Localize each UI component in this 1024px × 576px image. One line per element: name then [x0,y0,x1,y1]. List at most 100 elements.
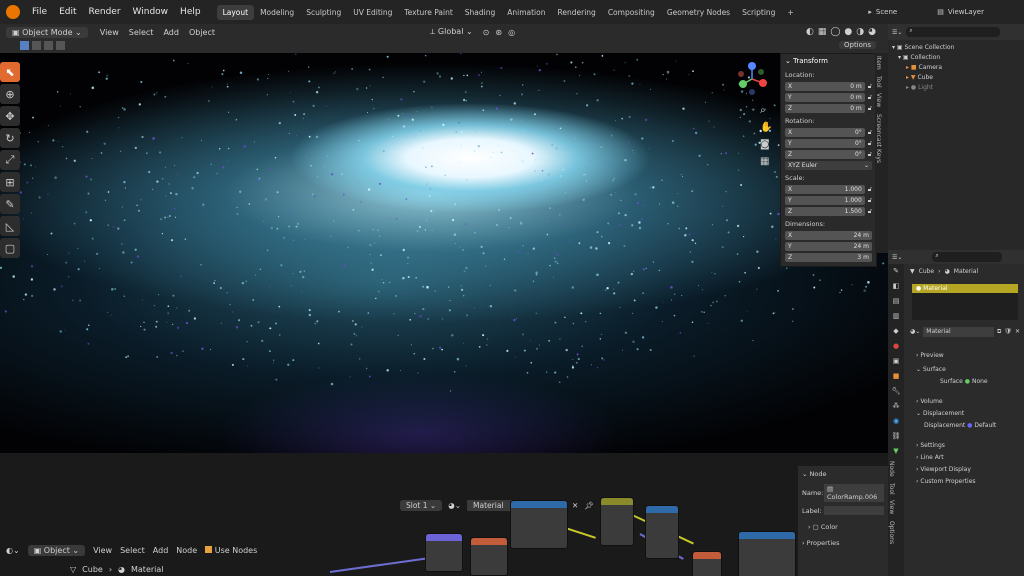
node-mode-dropdown[interactable]: ▣ Object ⌄ [27,545,86,556]
section-surface[interactable]: ⌄ Surface [916,364,996,376]
tab-scripting[interactable]: Scripting [736,5,781,20]
tab-node[interactable]: Node [888,458,895,480]
select-box-tool-icon[interactable]: ⬉ [0,62,20,82]
editor-type-icon[interactable]: ◐⌄ [6,546,20,555]
lock-icon[interactable]: 🔓︎ [868,82,872,91]
object-tab-icon[interactable]: ■ [888,369,904,384]
properties-section[interactable]: › Properties [798,533,888,553]
shader-node[interactable] [600,497,634,546]
tab-layout[interactable]: Layout [216,4,255,20]
transform-header[interactable]: ⌄ Transform [781,54,876,68]
node-select-menu[interactable]: Select [120,546,145,555]
tab-options[interactable]: Options [888,518,895,547]
annotate-tool-icon[interactable]: ✎ [0,194,20,214]
section-preview[interactable]: › Preview [916,350,996,362]
material-slot-item[interactable]: ● Material [912,284,1018,293]
lock-icon[interactable]: 🔓︎ [868,104,872,113]
close-icon[interactable]: ✕ [1015,328,1020,335]
particles-tab-icon[interactable]: ⁂ [888,399,904,414]
tab-sculpting[interactable]: Sculpting [300,5,347,20]
wireframe-shading-icon[interactable]: ◯ [830,27,840,37]
node-name-field[interactable]: ▤ ColorRamp.006 [824,484,884,502]
modifier-tab-icon[interactable]: 🔧︎ [888,384,904,399]
add-menu[interactable]: Add [163,28,179,37]
section-viewport-display[interactable]: › Viewport Display [916,464,996,476]
rotate-tool-icon[interactable]: ↻ [0,128,20,148]
object-menu[interactable]: Object [189,28,215,37]
data-tab-icon[interactable]: ▼ [888,444,904,459]
location-z-field[interactable]: Z 0 m [785,103,865,113]
color-ramp-node[interactable] [510,500,568,549]
tab-view[interactable]: View [875,90,882,110]
pin-icon[interactable]: 📌︎ [584,501,594,510]
node-editor[interactable]: Slot 1 ⌄ ◕⌄ Material 🛡︎ ⧉ ✕ 📌︎ ◐⌄ ▣ Obje… [0,453,888,576]
mode-dropdown[interactable]: ▣ Object Mode ⌄ [6,26,88,38]
fake-user-icon[interactable]: 🛡︎ [1004,328,1012,335]
tab-tool[interactable]: Tool [888,480,895,498]
select-extend-icon[interactable] [32,41,41,50]
color-ramp-node[interactable] [738,531,796,576]
section-settings[interactable]: › Settings [916,440,996,452]
section-volume[interactable]: › Volume [916,396,996,408]
material-browse-icon[interactable]: ◕⌄ [910,328,920,335]
tab-compositing[interactable]: Compositing [602,5,661,20]
select-subtract-icon[interactable] [44,41,53,50]
overlay-icon[interactable]: ◐ [806,27,814,37]
pan-hand-icon[interactable]: ✋ [760,122,772,133]
view-layer-selector[interactable]: ▤ ViewLayer [937,8,984,16]
output-tab-icon[interactable]: ▤ [888,294,904,309]
node-node-menu[interactable]: Node [176,546,197,555]
scene-collection-row[interactable]: ▾ ▣ Scene Collection [892,44,1020,54]
rendered-shading-icon[interactable]: ◕ [868,27,876,37]
move-tool-icon[interactable]: ✥ [0,106,20,126]
tab-uv-editing[interactable]: UV Editing [347,5,398,20]
tab-texture-paint[interactable]: Texture Paint [398,5,458,20]
location-x-field[interactable]: X 0 m [785,81,865,91]
section-displacement[interactable]: ⌄ Displacement [916,408,996,420]
outliner-item-light[interactable]: ▸ ● Light [892,84,1020,94]
color-section[interactable]: › ▢ Color [798,517,888,533]
dimensions-y-field[interactable]: Y 24 m [785,241,872,251]
view-layer-tab-icon[interactable]: ▥ [888,309,904,324]
shader-node[interactable] [692,551,722,576]
scene-tab-icon[interactable]: ◆ [888,324,904,339]
scale-tool-icon[interactable]: ⤢ [0,150,20,170]
rotation-z-field[interactable]: Z 0° [785,149,865,159]
properties-type-icon[interactable]: ☰⌄ [892,254,902,261]
tool-tab-icon[interactable]: ✎ [888,264,904,279]
rotation-y-field[interactable]: Y 0° [785,138,865,148]
orientation-dropdown[interactable]: ⟂ Global ⌄ [430,27,473,37]
lock-icon[interactable]: 🔓︎ [868,185,872,194]
node-label-field[interactable] [824,506,884,515]
properties-search-input[interactable]: ⌕ [932,252,1003,262]
view-menu[interactable]: View [100,28,119,37]
dimensions-x-field[interactable]: X 24 m [785,230,872,240]
menu-edit[interactable]: Edit [53,7,82,17]
scale-x-field[interactable]: X 1.000 [785,184,865,194]
outliner-item-cube[interactable]: ▸ ▼ Cube [892,74,1020,84]
options-dropdown[interactable]: Options [838,41,876,49]
scale-z-field[interactable]: Z 1.500 [785,206,865,216]
blender-logo-icon[interactable] [6,5,20,19]
physics-tab-icon[interactable]: ◉ [888,414,904,429]
material-slot-list[interactable]: ● Material [912,284,1018,320]
material-shading-icon[interactable]: ◑ [856,27,864,37]
navigation-gizmo[interactable] [735,62,769,96]
slot-dropdown[interactable]: Slot 1 ⌄ [400,500,443,511]
select-new-icon[interactable] [20,41,29,50]
node-section-header[interactable]: ⌄ Node [798,466,888,482]
collection-row[interactable]: ▾ ▣ Collection [892,54,1020,64]
tab-shading[interactable]: Shading [459,5,501,20]
xray-icon[interactable]: ▦ [818,27,827,37]
outliner-search-input[interactable]: ⌕ [906,27,1000,37]
perspective-grid-icon[interactable]: ▦ [760,156,772,167]
3d-viewport[interactable] [0,53,888,453]
world-tab-icon[interactable]: ● [888,339,904,354]
select-invert-icon[interactable] [56,41,65,50]
scene-selector[interactable]: ▸ Scene [868,8,897,16]
surface-value[interactable]: None [972,378,988,385]
lock-icon[interactable]: 🔓︎ [868,93,872,102]
tab-tool[interactable]: Tool [875,73,882,91]
render-tab-icon[interactable]: ◧ [888,279,904,294]
tab-screencast-keys[interactable]: Screencast Keys [875,111,882,166]
